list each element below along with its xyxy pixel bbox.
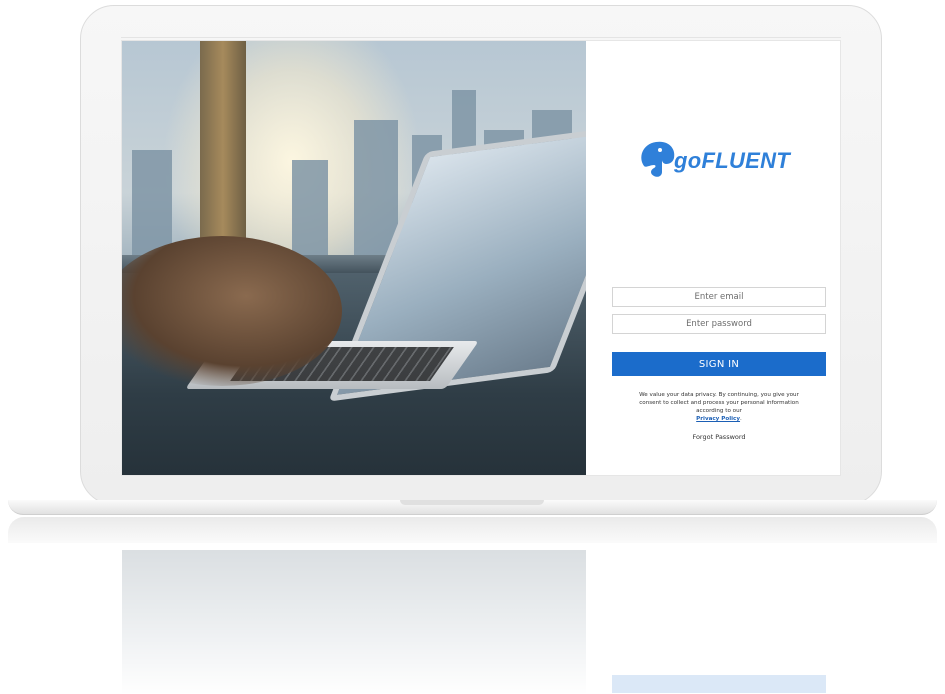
privacy-notice: We value your data privacy. By continuin… — [632, 391, 806, 423]
laptop-base-reflection — [8, 517, 937, 543]
laptop-screen: goFLUENT SIGN IN We value your data priv… — [122, 41, 840, 475]
password-field[interactable] — [612, 314, 826, 334]
brand-logo: goFLUENT — [636, 136, 790, 180]
brand-name: goFLUENT — [674, 148, 791, 173]
privacy-policy-link[interactable]: Privacy Policy — [696, 416, 740, 422]
sign-in-button[interactable]: SIGN IN — [612, 352, 826, 376]
email-field[interactable] — [612, 287, 826, 307]
login-panel: goFLUENT SIGN IN We value your data priv… — [586, 41, 840, 475]
privacy-period: . — [740, 416, 742, 422]
reflection-photo — [122, 550, 586, 694]
laptop-base — [8, 500, 937, 515]
hero-photo — [122, 41, 586, 475]
screen-reflection — [122, 550, 840, 694]
reflection-button — [612, 675, 826, 693]
forgot-password-link[interactable]: Forgot Password — [612, 433, 826, 441]
laptop-base-notch — [400, 500, 544, 505]
privacy-text: We value your data privacy. By continuin… — [639, 392, 799, 414]
